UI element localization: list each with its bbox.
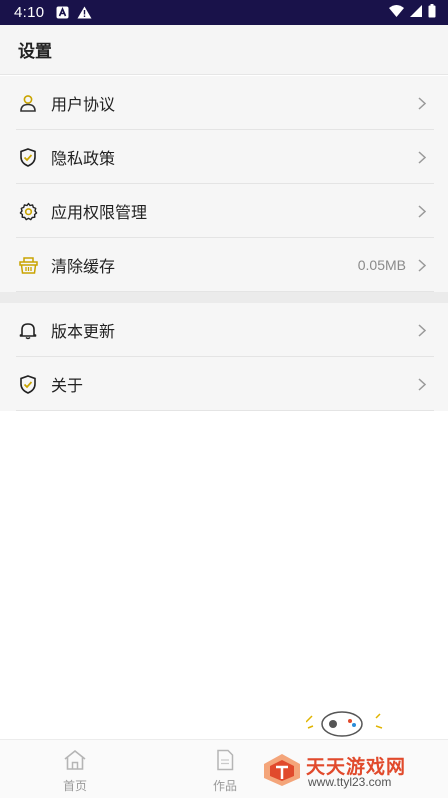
nav-tab-label: 作品 (212, 779, 237, 793)
chevron-right-icon (416, 258, 428, 272)
settings-item-label: 清除缓存 (51, 257, 116, 276)
status-time: 4:10 (14, 4, 45, 21)
settings-item-user-agreement[interactable]: 用户协议 (0, 76, 448, 130)
watermark: 天天游戏网 www.ttyl23.com (258, 700, 448, 798)
settings-item-clear-cache[interactable]: 清除缓存 0.05MB (0, 238, 448, 292)
a-notification-icon (56, 6, 69, 19)
document-gif-icon (214, 749, 236, 777)
watermark-logo-icon (262, 752, 302, 792)
status-bar: 4:10 (0, 0, 448, 25)
cellular-icon (410, 4, 422, 21)
home-icon (63, 749, 87, 777)
user-icon (18, 93, 38, 113)
shield-check-icon (18, 147, 38, 167)
nav-tab-label: 首页 (62, 779, 87, 793)
wifi-icon (389, 4, 404, 21)
settings-item-app-permissions[interactable]: 应用权限管理 (0, 184, 448, 238)
gear-icon (18, 201, 38, 221)
chevron-right-icon (416, 150, 428, 164)
battery-icon (428, 3, 436, 22)
settings-item-label: 用户协议 (51, 95, 116, 114)
basket-icon (18, 255, 38, 275)
page-title: 设置 (18, 42, 52, 62)
chevron-right-icon (416, 96, 428, 110)
app-header: 设置 (0, 25, 448, 75)
settings-group-about: 版本更新 关于 (0, 303, 448, 411)
chevron-right-icon (416, 323, 428, 337)
settings-item-label: 隐私政策 (51, 149, 116, 168)
settings-item-about[interactable]: 关于 (0, 357, 448, 411)
shield-check-icon (18, 374, 38, 394)
settings-item-label: 应用权限管理 (51, 203, 148, 222)
chevron-right-icon (416, 204, 428, 218)
section-divider (0, 292, 448, 303)
settings-item-label: 关于 (51, 376, 84, 395)
settings-item-privacy-policy[interactable]: 隐私政策 (0, 130, 448, 184)
settings-item-label: 版本更新 (51, 322, 116, 341)
gamepad-mascot-icon (305, 704, 386, 744)
cache-size-value: 0.05MB (357, 257, 406, 273)
warning-icon (77, 6, 92, 19)
bell-icon (18, 320, 38, 340)
settings-item-version-update[interactable]: 版本更新 (0, 303, 448, 357)
chevron-right-icon (416, 377, 428, 391)
nav-tab-home[interactable]: 首页 (0, 740, 150, 794)
settings-group-general: 用户协议 隐私政策 应用权限管理 清除缓存 0.05MB (0, 76, 448, 292)
watermark-url: www.ttyl23.com (308, 775, 392, 789)
